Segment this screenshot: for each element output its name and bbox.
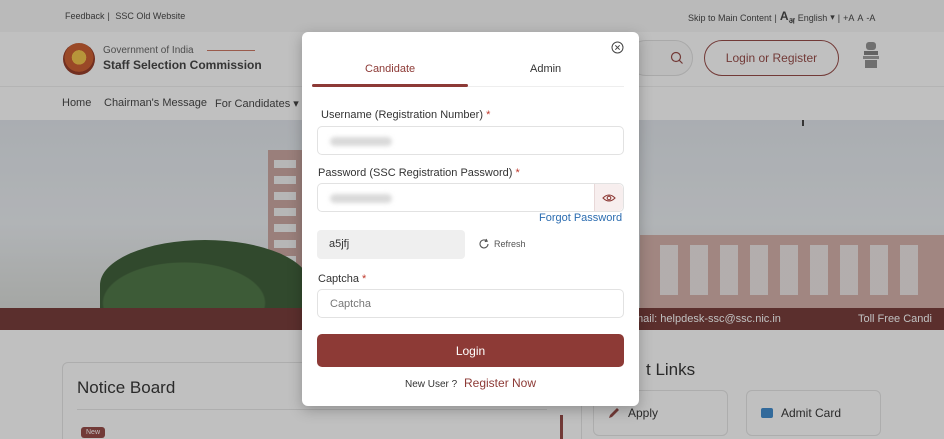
tab-admin[interactable]: Admin bbox=[530, 63, 561, 75]
refresh-label: Refresh bbox=[494, 239, 526, 249]
register-now-link[interactable]: Register Now bbox=[464, 376, 536, 390]
show-password-button[interactable] bbox=[594, 184, 623, 211]
new-user-row: New User ? Register Now bbox=[302, 376, 639, 390]
login-button[interactable]: Login bbox=[317, 334, 624, 367]
redacted-value bbox=[330, 194, 392, 203]
forgot-password-link[interactable]: Forgot Password bbox=[539, 212, 622, 224]
password-field[interactable] bbox=[317, 183, 624, 212]
password-label: Password (SSC Registration Password) * bbox=[318, 167, 520, 179]
active-tab-indicator bbox=[312, 84, 468, 87]
captcha-placeholder: Captcha bbox=[330, 298, 371, 310]
captcha-image: a5jfj bbox=[317, 230, 465, 259]
eye-icon bbox=[602, 193, 616, 202]
username-label: Username (Registration Number) * bbox=[321, 109, 491, 121]
username-field[interactable] bbox=[317, 126, 624, 155]
redacted-value bbox=[330, 137, 392, 146]
refresh-icon bbox=[479, 238, 489, 249]
new-user-text: New User ? bbox=[404, 379, 458, 390]
captcha-input[interactable]: Captcha bbox=[317, 289, 624, 318]
tab-candidate[interactable]: Candidate bbox=[365, 63, 415, 75]
close-icon[interactable] bbox=[611, 41, 624, 54]
refresh-captcha-button[interactable]: Refresh bbox=[478, 238, 526, 250]
login-modal: Candidate Admin Username (Registration N… bbox=[302, 32, 639, 406]
captcha-label: Captcha * bbox=[318, 273, 367, 285]
